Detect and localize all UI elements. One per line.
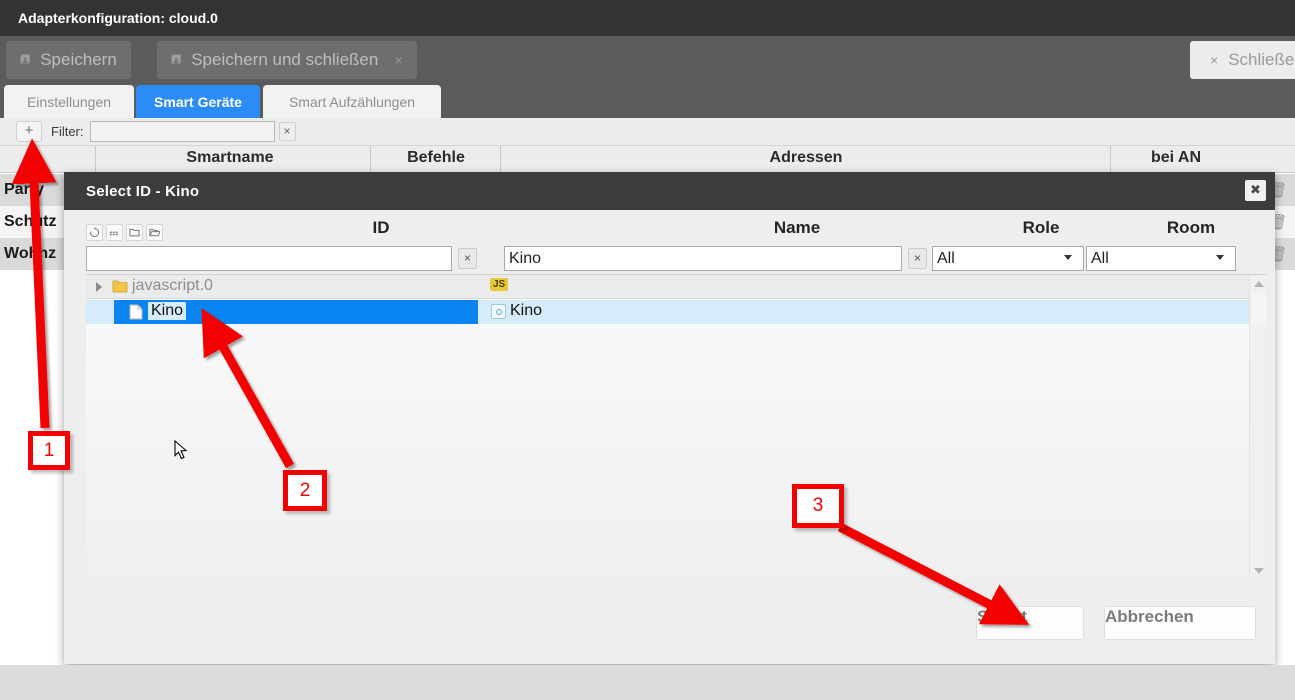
save-button-label: Speichern bbox=[40, 50, 117, 69]
row-smartname: Party bbox=[4, 181, 45, 198]
add-row-button[interactable]: + bbox=[16, 121, 42, 142]
name-filter-input[interactable] bbox=[504, 246, 902, 271]
annotation-badge-2: 2 bbox=[283, 470, 327, 511]
tab-smart-geraete[interactable]: Smart Geräte bbox=[136, 85, 260, 118]
save-and-close-button[interactable]: 🖪 Speichern und schließen × bbox=[157, 41, 417, 79]
page-bottom-strip bbox=[0, 665, 1295, 700]
window-titlebar: Adapterkonfiguration: cloud.0 bbox=[0, 0, 1295, 36]
id-filter-clear-button[interactable]: × bbox=[458, 248, 477, 269]
tree-node-id: Kino bbox=[148, 302, 187, 320]
tab-label: Einstellungen bbox=[26, 93, 112, 110]
refresh-icon[interactable] bbox=[86, 224, 103, 241]
scroll-down-arrow[interactable] bbox=[1250, 562, 1266, 578]
mouse-cursor bbox=[174, 439, 188, 465]
grid-icon[interactable] bbox=[106, 224, 123, 241]
dialog-title: Select ID - Kino bbox=[86, 182, 200, 200]
dialog-column-room[interactable]: Room bbox=[1121, 218, 1261, 238]
close-button[interactable]: × Schließen bbox=[1190, 41, 1295, 79]
close-icon: × bbox=[394, 52, 403, 68]
folder-icon bbox=[112, 279, 128, 299]
dialog-body: ID Name Role Room × × All All bbox=[64, 210, 1275, 664]
close-icon: × bbox=[1210, 52, 1219, 68]
filter-bar: + Filter: × bbox=[0, 118, 1295, 146]
object-tree: javascript.0 JS Kino Kino bbox=[86, 274, 1266, 578]
tree-node-name: Kino bbox=[510, 302, 543, 319]
js-badge: JS bbox=[490, 278, 509, 291]
column-divider bbox=[500, 146, 501, 173]
name-filter-clear-button[interactable]: × bbox=[908, 248, 927, 269]
column-divider bbox=[1110, 146, 1111, 173]
tree-row-javascript[interactable]: javascript.0 JS bbox=[86, 275, 1266, 299]
dialog-column-id[interactable]: ID bbox=[146, 218, 616, 238]
table-header: Smartname Befehle Adressen bei AN bbox=[0, 146, 1295, 173]
column-divider bbox=[95, 146, 96, 173]
dialog-titlebar: Select ID - Kino ✖ bbox=[64, 172, 1275, 210]
dialog-filter-row: × × All All bbox=[86, 246, 1266, 272]
column-header-adressen[interactable]: Adressen bbox=[508, 149, 1104, 167]
filter-input[interactable] bbox=[89, 121, 275, 142]
main-toolbar: 🖪 Speichern 🖪 Speichern und schließen × … bbox=[0, 36, 1295, 83]
tab-bar: Einstellungen Smart Geräte Smart Aufzähl… bbox=[0, 83, 1295, 118]
column-header-bei-an[interactable]: bei AN bbox=[1116, 149, 1236, 167]
filter-label: Filter: bbox=[51, 124, 84, 139]
state-icon bbox=[491, 304, 506, 319]
role-filter-select[interactable]: All bbox=[932, 246, 1084, 271]
column-header-befehle[interactable]: Befehle bbox=[378, 149, 494, 167]
dialog-column-name[interactable]: Name bbox=[632, 218, 962, 238]
dialog-footer: Select Abbrechen bbox=[64, 578, 1275, 664]
save-button[interactable]: 🖪 Speichern bbox=[6, 41, 131, 79]
tree-node-id: javascript.0 bbox=[132, 277, 213, 294]
cancel-button[interactable]: Abbrechen bbox=[1104, 606, 1256, 640]
scroll-up-arrow[interactable] bbox=[1250, 275, 1266, 292]
dialog-grid-header: ID Name Role Room bbox=[86, 216, 1266, 250]
annotation-badge-1: 1 bbox=[28, 431, 70, 470]
tree-row-kino[interactable]: Kino Kino bbox=[86, 300, 1266, 324]
window-title: Adapterkonfiguration: cloud.0 bbox=[18, 10, 218, 26]
annotation-badge-3: 3 bbox=[792, 484, 844, 528]
document-icon bbox=[129, 304, 143, 325]
id-filter-input[interactable] bbox=[86, 246, 452, 271]
save-and-close-label: Speichern und schließen bbox=[191, 50, 379, 69]
row-smartname: Wohnz bbox=[4, 245, 57, 262]
scrollbar-thumb[interactable] bbox=[1251, 293, 1266, 325]
tab-label: Smart Geräte bbox=[154, 93, 242, 110]
close-button-label: Schließen bbox=[1228, 50, 1295, 69]
folder-closed-icon[interactable] bbox=[126, 224, 143, 241]
floppy-icon: 🖪 bbox=[20, 51, 31, 66]
dialog-column-role[interactable]: Role bbox=[971, 218, 1111, 238]
dialog-close-icon[interactable]: ✖ bbox=[1245, 180, 1266, 201]
column-divider bbox=[370, 146, 371, 173]
column-header-smartname[interactable]: Smartname bbox=[110, 149, 350, 167]
tree-scrollbar[interactable] bbox=[1249, 275, 1266, 578]
room-filter-select[interactable]: All bbox=[1086, 246, 1236, 271]
tab-smart-aufzaehlungen[interactable]: Smart Aufzählungen bbox=[263, 85, 441, 118]
screen: Adapterkonfiguration: cloud.0 🖪 Speicher… bbox=[0, 0, 1295, 700]
tab-einstellungen[interactable]: Einstellungen bbox=[4, 85, 134, 118]
tab-label: Smart Aufzählungen bbox=[288, 93, 416, 110]
chevron-right-icon[interactable] bbox=[96, 282, 102, 292]
select-id-dialog: Select ID - Kino ✖ ID Name Role Room × K… bbox=[64, 172, 1275, 664]
floppy-icon: 🖪 bbox=[171, 51, 182, 66]
filter-clear-button[interactable]: × bbox=[278, 122, 296, 141]
select-button[interactable]: Select bbox=[976, 606, 1084, 640]
row-smartname: Schutz bbox=[4, 213, 57, 230]
